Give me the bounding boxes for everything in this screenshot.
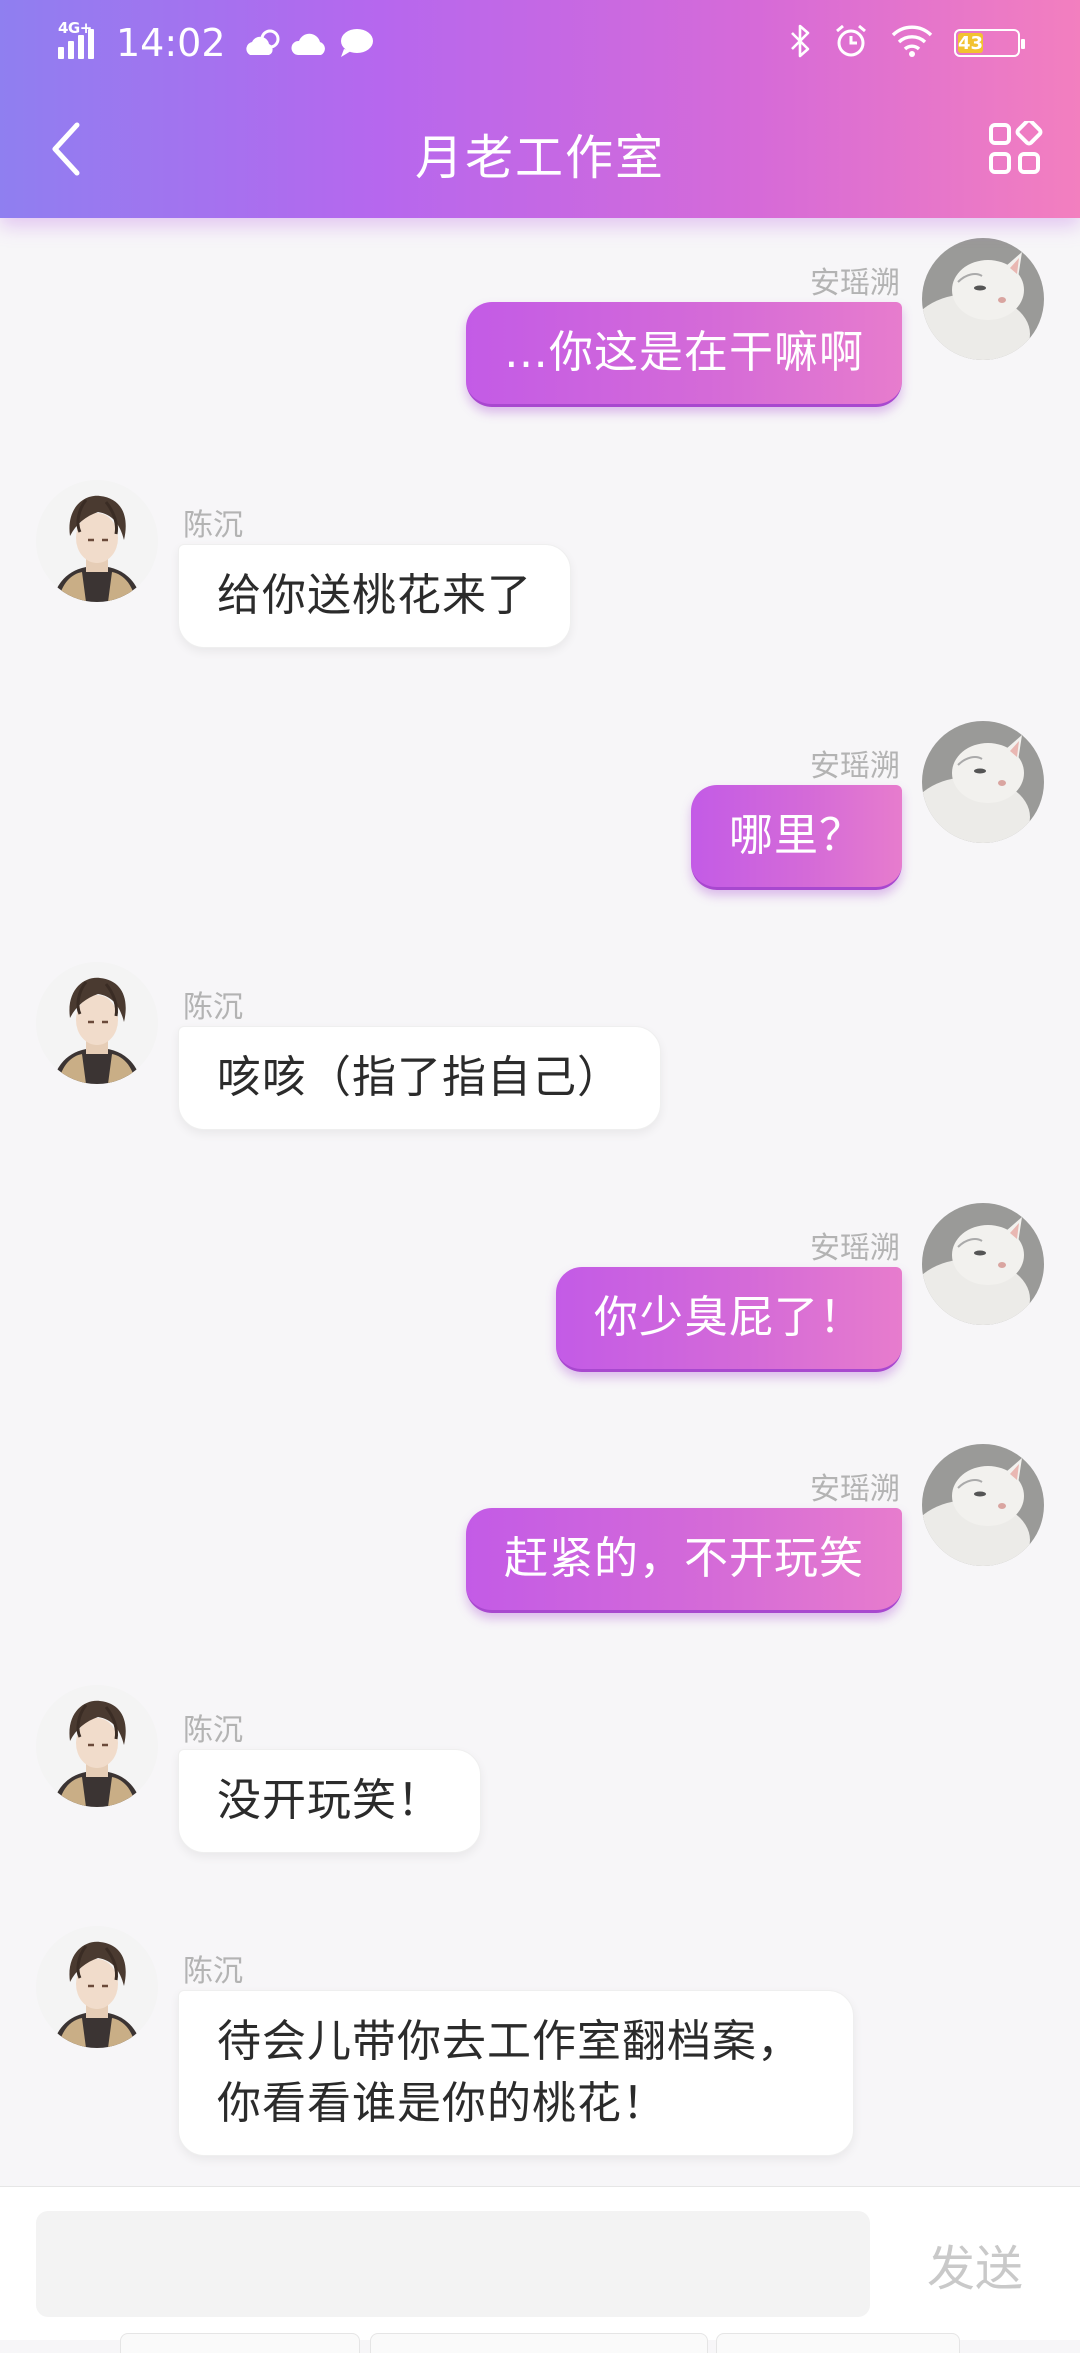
avatar[interactable] [36, 480, 158, 602]
bluetooth-icon [788, 23, 812, 63]
quick-reply-tab[interactable] [120, 2333, 360, 2353]
avatar[interactable] [922, 238, 1044, 360]
sender-name: 安瑶溯 [810, 749, 900, 784]
message-bubble-sent[interactable]: …你这是在干嘛啊 [466, 302, 902, 407]
avatar[interactable] [36, 1685, 158, 1807]
network-type: 4G+ [58, 19, 92, 37]
app-header: 4G+ 14:02 43 月老工作室 [0, 0, 1080, 218]
message-input-bar: 发送 [0, 2186, 1080, 2353]
navigation-bar: 月老工作室 [0, 84, 1080, 218]
sender-name: 安瑶溯 [810, 1472, 900, 1507]
sender-name: 安瑶溯 [810, 1231, 900, 1266]
status-bar: 4G+ 14:02 43 [0, 0, 1080, 84]
avatar[interactable] [36, 962, 158, 1084]
page-title: 月老工作室 [414, 130, 665, 186]
chat-message-list[interactable]: 安瑶溯 …你这是在干嘛啊 陈沉 给你送桃花来了 安瑶溯 哪里？ 陈沉 咳咳（指了… [0, 218, 1080, 2186]
sender-name: 陈沉 [183, 1954, 243, 1989]
avatar[interactable] [922, 721, 1044, 843]
weather-cloudy-icon [244, 28, 284, 58]
sender-name: 陈沉 [183, 508, 243, 543]
message-input[interactable] [36, 2211, 870, 2317]
message-bubble-sent[interactable]: 赶紧的，不开玩笑 [466, 1508, 902, 1613]
message-bubble-sent[interactable]: 哪里？ [691, 785, 902, 890]
grid-apps-icon [989, 121, 1043, 174]
quick-reply-tab[interactable] [370, 2333, 708, 2353]
quick-reply-tab[interactable] [716, 2333, 960, 2353]
message-bubble-received[interactable]: 咳咳（指了指自己） [178, 1026, 661, 1130]
message-bubble-icon [336, 27, 376, 59]
cellular-signal-icon: 4G+ [58, 19, 104, 65]
status-right: 43 [788, 18, 1025, 68]
message-bubble-received[interactable]: 没开玩笑！ [178, 1749, 481, 1853]
status-time: 14:02 [116, 21, 226, 65]
message-bubble-sent[interactable]: 你少臭屁了！ [556, 1267, 902, 1372]
message-bubble-received[interactable]: 给你送桃花来了 [178, 544, 571, 648]
sender-name: 陈沉 [183, 990, 243, 1025]
status-left: 4G+ 14:02 [58, 18, 376, 68]
avatar[interactable] [36, 1926, 158, 2048]
avatar[interactable] [922, 1444, 1044, 1566]
cloud-icon [290, 28, 330, 58]
wifi-icon [890, 24, 934, 62]
chevron-left-icon [52, 122, 80, 176]
sender-name: 安瑶溯 [810, 266, 900, 301]
alarm-icon [832, 22, 870, 64]
send-button[interactable]: 发送 [900, 2211, 1050, 2317]
battery-icon: 43 [954, 29, 1025, 57]
apps-menu-button[interactable] [980, 114, 1050, 184]
back-button[interactable] [30, 114, 100, 184]
avatar[interactable] [922, 1203, 1044, 1325]
battery-level: 43 [957, 32, 983, 54]
message-bubble-received[interactable]: 待会儿带你去工作室翻档案，你看看谁是你的桃花！ [178, 1990, 854, 2156]
sender-name: 陈沉 [183, 1713, 243, 1748]
